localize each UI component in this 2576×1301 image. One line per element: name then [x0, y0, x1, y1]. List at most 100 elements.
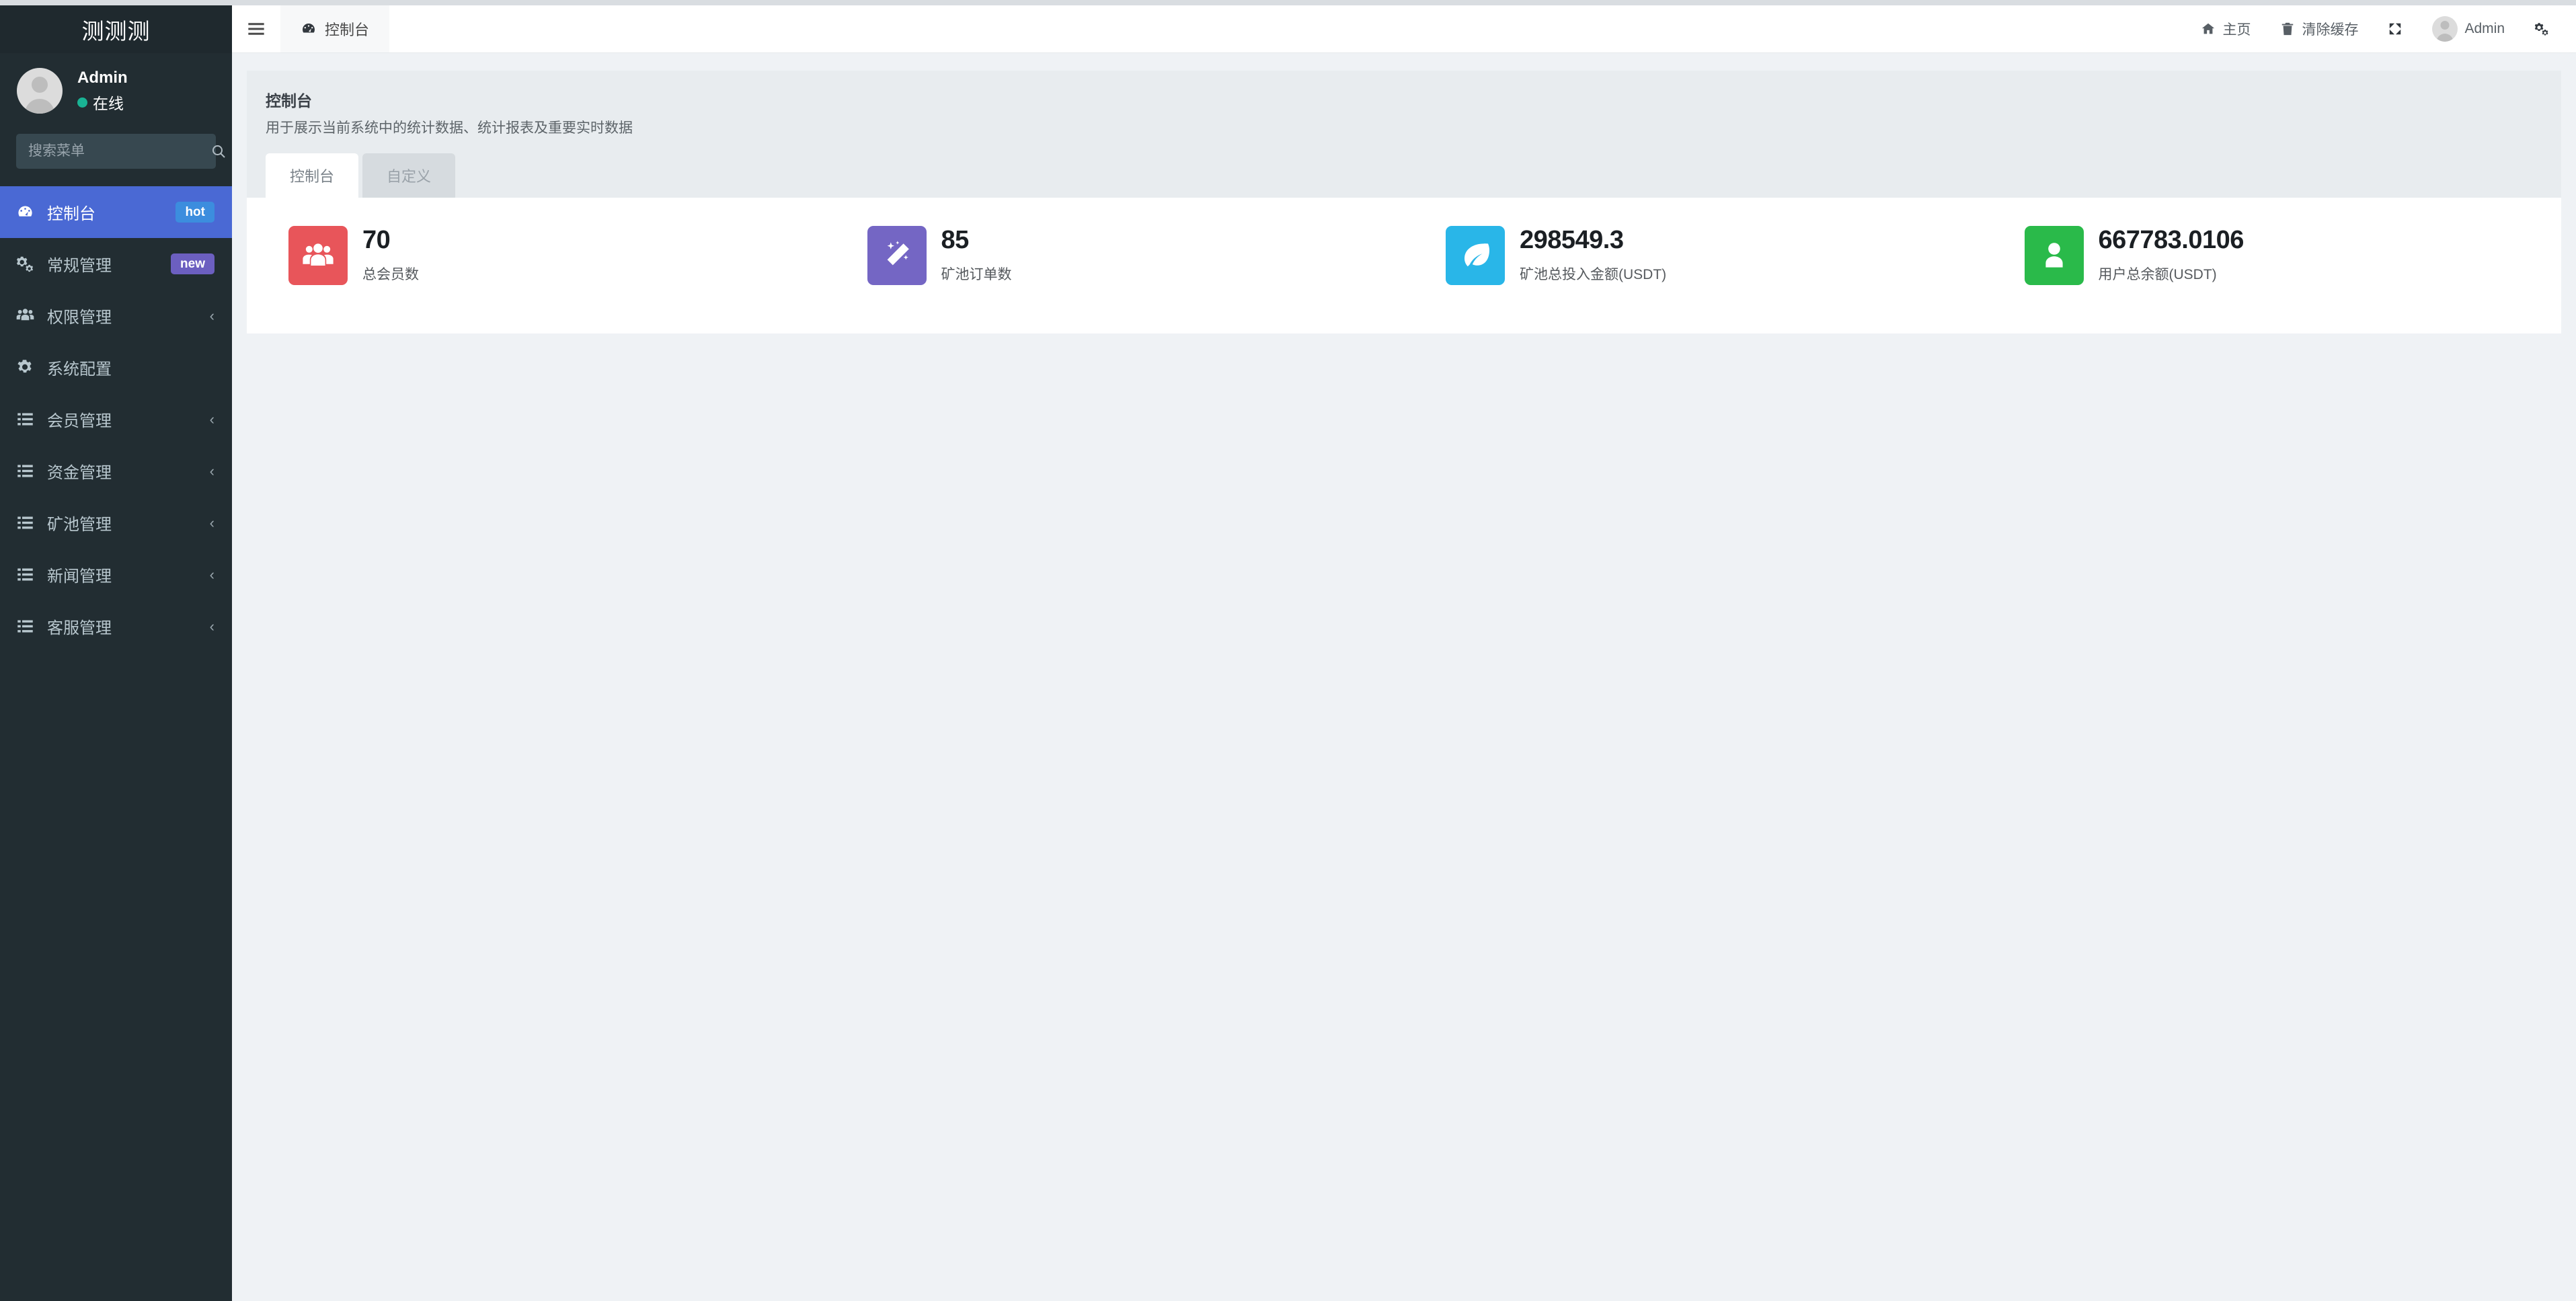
sidebar-item-label: 会员管理 [47, 407, 112, 431]
search-input[interactable] [28, 143, 210, 159]
gear-icon [16, 358, 39, 377]
stat-value: 85 [941, 227, 1012, 254]
panel-header: 控制台 用于展示当前系统中的统计数据、统计报表及重要实时数据 [247, 71, 2561, 137]
stat-cards: 70 总会员数 85 矿池订单数 [247, 198, 2561, 333]
user-status: 在线 [77, 91, 128, 114]
topbar-right: 主页 清除缓存 Admin [2186, 5, 2576, 52]
settings-button[interactable] [2520, 5, 2564, 53]
sidebar-user-panel[interactable]: Admin 在线 [0, 53, 232, 128]
user-name: Admin [77, 68, 128, 88]
stat-label: 矿池总投入金额(USDT) [1520, 264, 1666, 284]
list-icon [16, 410, 39, 428]
stat-card: 70 总会员数 [247, 226, 826, 285]
sidebar-item-fund-management[interactable]: 资金管理 ‹ [0, 445, 232, 497]
sidebar-item-label: 矿池管理 [47, 511, 112, 535]
stat-card: 667783.0106 用户总余额(USDT) [1983, 226, 2562, 285]
content-area: 控制台 用于展示当前系统中的统计数据、统计报表及重要实时数据 控制台 自定义 7… [232, 53, 2576, 1301]
topbar-tab-label: 控制台 [325, 18, 369, 40]
chevron-left-icon[interactable]: ‹ [210, 412, 214, 427]
sidebar-item-label: 系统配置 [47, 356, 112, 379]
trash-icon [2280, 22, 2295, 36]
hamburger-icon[interactable] [232, 5, 280, 52]
chevron-left-icon[interactable]: ‹ [210, 516, 214, 530]
panel-tabs: 控制台 自定义 [247, 153, 2561, 198]
home-button[interactable]: 主页 [2186, 5, 2265, 53]
avatar [17, 68, 63, 114]
dashboard-panel: 控制台 用于展示当前系统中的统计数据、统计报表及重要实时数据 控制台 自定义 7… [247, 71, 2561, 333]
list-icon [16, 514, 39, 532]
sidebar-item-mining-pool-management[interactable]: 矿池管理 ‹ [0, 497, 232, 549]
stat-label: 矿池订单数 [941, 264, 1012, 284]
stat-label: 总会员数 [362, 264, 419, 284]
account-menu[interactable]: Admin [2417, 5, 2520, 53]
sidebar-item-customer-service-management[interactable]: 客服管理 ‹ [0, 600, 232, 652]
online-status-dot [77, 97, 87, 108]
magic-wand-icon [867, 226, 927, 285]
stat-label: 用户总余额(USDT) [2099, 264, 2244, 284]
search-box[interactable] [16, 134, 216, 169]
sidebar-search-wrap [0, 128, 232, 169]
sidebar-item-label: 常规管理 [47, 252, 112, 276]
home-icon [2201, 22, 2216, 36]
dashboard-icon [301, 21, 317, 37]
app-shell: 测测测 Admin 在线 [0, 5, 2576, 1301]
list-icon [16, 617, 39, 635]
sidebar-logo[interactable]: 测测测 [0, 5, 232, 53]
user-meta: Admin 在线 [77, 68, 128, 114]
stat-card: 298549.3 矿池总投入金额(USDT) [1404, 226, 1983, 285]
tab-dashboard[interactable]: 控制台 [266, 153, 358, 198]
topbar-tabstrip: 控制台 [280, 5, 2186, 52]
sidebar-item-system-config[interactable]: 系统配置 [0, 342, 232, 393]
sidebar: 测测测 Admin 在线 [0, 5, 232, 1301]
fullscreen-button[interactable] [2373, 5, 2417, 53]
stat-card-body: 298549.3 矿池总投入金额(USDT) [1520, 226, 1666, 284]
users-icon [16, 307, 39, 325]
stat-value: 667783.0106 [2099, 227, 2244, 254]
sidebar-item-label: 资金管理 [47, 459, 112, 483]
topbar: 控制台 主页 清除缓存 [232, 5, 2576, 53]
sidebar-badge-new: new [171, 253, 214, 274]
sidebar-item-dashboard[interactable]: 控制台 hot [0, 186, 232, 238]
sidebar-item-news-management[interactable]: 新闻管理 ‹ [0, 549, 232, 600]
sidebar-item-label: 客服管理 [47, 615, 112, 638]
avatar [2432, 16, 2458, 42]
stat-card: 85 矿池订单数 [826, 226, 1405, 285]
dashboard-icon [16, 203, 39, 221]
topbar-tab-dashboard[interactable]: 控制台 [280, 5, 389, 52]
tab-custom[interactable]: 自定义 [362, 153, 455, 198]
user-status-label: 在线 [93, 91, 124, 114]
sidebar-item-general-management[interactable]: 常规管理 new [0, 238, 232, 290]
fullscreen-icon [2388, 22, 2403, 36]
list-icon [16, 462, 39, 480]
sidebar-item-label: 权限管理 [47, 304, 112, 327]
account-name: Admin [2464, 21, 2505, 37]
page-title: 控制台 [266, 88, 2542, 111]
main-area: 控制台 主页 清除缓存 [232, 5, 2576, 1301]
home-label: 主页 [2222, 19, 2251, 39]
sidebar-item-label: 新闻管理 [47, 563, 112, 586]
sidebar-item-member-management[interactable]: 会员管理 ‹ [0, 393, 232, 445]
chevron-left-icon[interactable]: ‹ [210, 464, 214, 479]
leaf-icon [1446, 226, 1505, 285]
search-icon[interactable] [210, 143, 227, 159]
logo-text: 测测测 [82, 13, 151, 46]
users-group-icon [288, 226, 348, 285]
page-subtitle: 用于展示当前系统中的统计数据、统计报表及重要实时数据 [266, 117, 2542, 137]
chevron-left-icon[interactable]: ‹ [210, 619, 214, 634]
gear-cogs-icon [2534, 22, 2549, 36]
clear-cache-label: 清除缓存 [2302, 19, 2358, 39]
user-icon [2025, 226, 2084, 285]
chevron-left-icon[interactable]: ‹ [210, 309, 214, 323]
sidebar-item-label: 控制台 [47, 200, 95, 224]
stat-value: 70 [362, 227, 419, 254]
chevron-left-icon[interactable]: ‹ [210, 567, 214, 582]
cogs-icon [16, 255, 39, 273]
stat-card-body: 667783.0106 用户总余额(USDT) [2099, 226, 2244, 284]
sidebar-item-permission-management[interactable]: 权限管理 ‹ [0, 290, 232, 342]
sidebar-badge-hot: hot [175, 202, 214, 223]
clear-cache-button[interactable]: 清除缓存 [2265, 5, 2373, 53]
list-icon [16, 565, 39, 584]
sidebar-menu: 控制台 hot 常规管理 new 权限管理 ‹ [0, 186, 232, 652]
stat-card-body: 70 总会员数 [362, 226, 419, 284]
stat-card-body: 85 矿池订单数 [941, 226, 1012, 284]
